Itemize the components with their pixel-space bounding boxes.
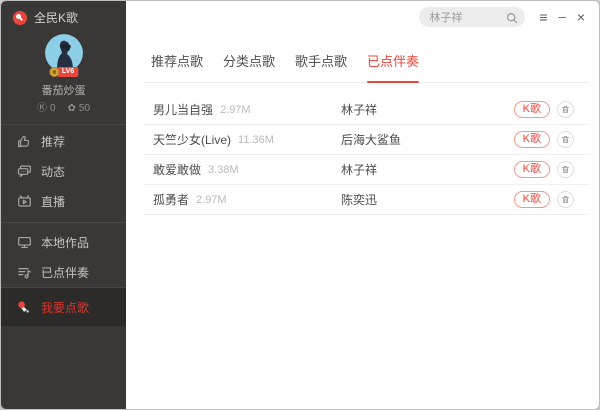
sidebar-divider — [1, 124, 126, 125]
user-level-badge: LV6 — [49, 67, 78, 77]
song-play-count: 2.97M — [196, 194, 227, 206]
song-name: 天竺少女(Live) — [153, 131, 231, 148]
tab-category-songs[interactable]: 分类点歌 — [223, 42, 275, 82]
delete-icon[interactable] — [557, 161, 574, 178]
song-name: 敢爱敢做 — [153, 161, 201, 178]
playlist-icon — [16, 264, 32, 280]
main-panel: ≡ – × 推荐点歌 分类点歌 歌手点歌 已点伴奏 男儿当自强 2.97M 林子… — [126, 1, 599, 409]
sidebar-item-local-works[interactable]: 本地作品 — [1, 227, 126, 257]
search-input[interactable] — [429, 11, 506, 23]
delete-icon[interactable] — [557, 131, 574, 148]
app-window: 全民K歌 LV6 番茄炒蛋 Ⓚ 0 ✿ 50 — [0, 0, 600, 410]
ksing-button[interactable]: K歌 — [514, 131, 550, 148]
row-actions: K歌 — [514, 191, 574, 208]
thumbs-up-icon — [16, 133, 32, 149]
app-logo-icon — [13, 11, 27, 25]
row-actions: K歌 — [514, 101, 574, 118]
user-stats: Ⓚ 0 ✿ 50 — [1, 103, 126, 114]
coin-icon — [49, 67, 59, 77]
flower-count: 50 — [79, 103, 90, 114]
sidebar-item-selected-accompaniment[interactable]: 已点伴奏 — [1, 257, 126, 287]
song-name: 孤勇者 — [153, 191, 189, 208]
ksing-button[interactable]: K歌 — [514, 101, 550, 118]
song-artist: 林子祥 — [341, 161, 377, 178]
monitor-icon — [16, 234, 32, 250]
ksing-button[interactable]: K歌 — [514, 161, 550, 178]
user-avatar[interactable]: LV6 — [45, 34, 83, 72]
live-video-icon — [16, 193, 32, 209]
search-box — [419, 7, 525, 27]
sidebar-item-recommend[interactable]: 推荐 — [1, 126, 126, 156]
menu-icon[interactable]: ≡ — [539, 10, 547, 24]
song-play-count: 11.36M — [238, 134, 274, 146]
ksing-button[interactable]: K歌 — [514, 191, 550, 208]
song-name: 男儿当自强 — [153, 101, 213, 118]
row-actions: K歌 — [514, 131, 574, 148]
microphone-icon — [16, 299, 32, 315]
song-artist: 陈奕迅 — [341, 191, 377, 208]
sidebar: 全民K歌 LV6 番茄炒蛋 Ⓚ 0 ✿ 50 — [1, 1, 126, 409]
sidebar-divider — [1, 222, 126, 223]
search-icon[interactable] — [506, 11, 518, 23]
window-controls: ≡ – × — [539, 10, 585, 24]
level-badge-label: LV6 — [57, 67, 78, 77]
username: 番茄炒蛋 — [1, 82, 126, 98]
song-artist: 林子祥 — [341, 101, 377, 118]
sidebar-item-label: 推荐 — [41, 133, 65, 150]
sidebar-item-label: 本地作品 — [41, 234, 89, 251]
row-actions: K歌 — [514, 161, 574, 178]
sidebar-item-label: 已点伴奏 — [41, 264, 89, 281]
sidebar-item-label: 动态 — [41, 163, 65, 180]
table-row: 天竺少女(Live) 11.36M 后海大鲨鱼 K歌 — [144, 125, 589, 155]
close-icon[interactable]: × — [577, 10, 585, 24]
sidebar-item-label: 我要点歌 — [41, 299, 89, 316]
kcoin-icon: Ⓚ — [37, 104, 47, 114]
chat-bubble-icon — [16, 163, 32, 179]
sidebar-nav: 推荐 动态 — [1, 126, 126, 326]
table-row: 男儿当自强 2.97M 林子祥 K歌 — [144, 95, 589, 125]
table-row: 敢爱敢做 3.38M 林子祥 K歌 — [144, 155, 589, 185]
flower-icon: ✿ — [68, 104, 76, 114]
tab-singer-songs[interactable]: 歌手点歌 — [295, 42, 347, 82]
table-row: 孤勇者 2.97M 陈奕迅 K歌 — [144, 185, 589, 215]
tab-recommended-songs[interactable]: 推荐点歌 — [151, 42, 203, 82]
sidebar-item-order-song[interactable]: 我要点歌 — [1, 288, 126, 326]
song-play-count: 2.97M — [220, 104, 251, 116]
song-list: 男儿当自强 2.97M 林子祥 K歌 天竺少女(Live) 11.36M 后海大… — [144, 95, 589, 215]
sidebar-item-feed[interactable]: 动态 — [1, 156, 126, 186]
sidebar-item-live[interactable]: 直播 — [1, 186, 126, 216]
song-artist: 后海大鲨鱼 — [341, 131, 401, 148]
tab-bar: 推荐点歌 分类点歌 歌手点歌 已点伴奏 — [144, 42, 589, 83]
minimize-icon[interactable]: – — [559, 10, 566, 24]
app-title: 全民K歌 — [34, 9, 78, 26]
kcoin-stat: Ⓚ 0 — [37, 103, 56, 114]
song-play-count: 3.38M — [208, 164, 239, 176]
titlebar: ≡ – × — [126, 1, 599, 33]
sidebar-item-label: 直播 — [41, 193, 65, 210]
flower-stat: ✿ 50 — [68, 103, 91, 114]
kcoin-count: 0 — [50, 103, 56, 114]
tab-selected-accompaniment[interactable]: 已点伴奏 — [367, 42, 419, 82]
app-logo-row: 全民K歌 — [1, 1, 126, 26]
delete-icon[interactable] — [557, 191, 574, 208]
delete-icon[interactable] — [557, 101, 574, 118]
